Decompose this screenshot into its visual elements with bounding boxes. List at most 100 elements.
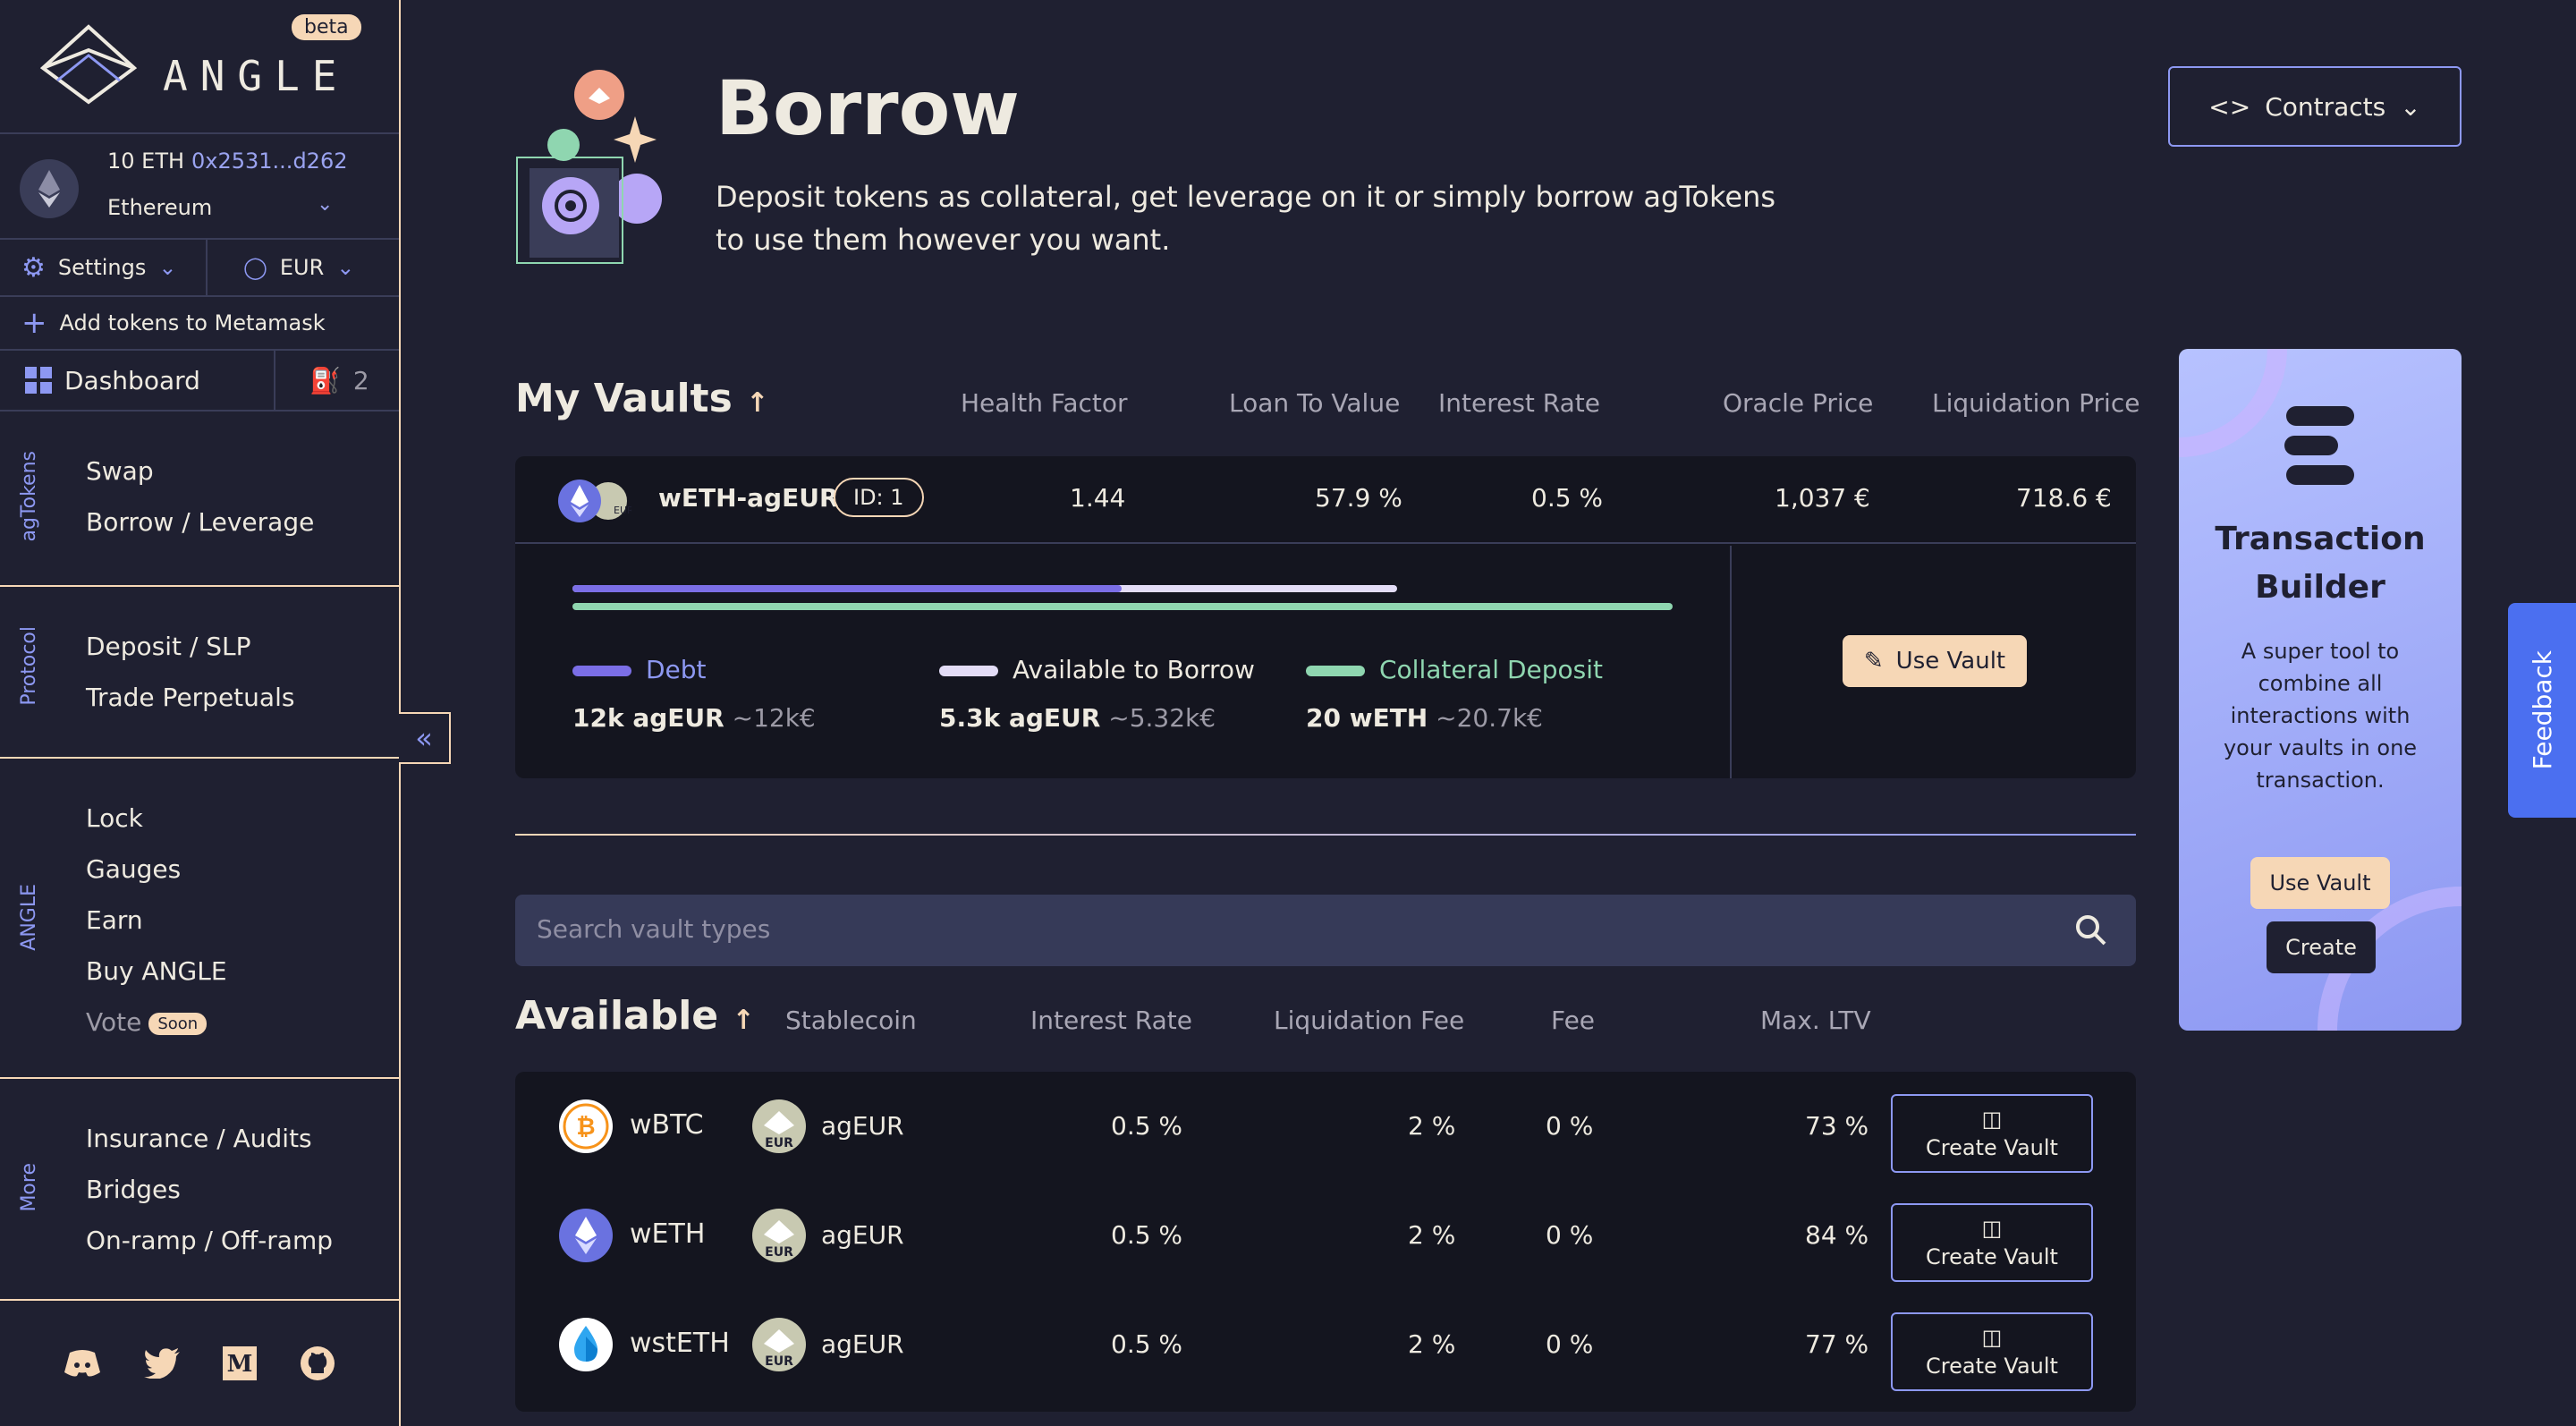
- arrow-up-icon[interactable]: ↑: [732, 1005, 754, 1036]
- col-oracle-price[interactable]: Oracle Price: [1723, 388, 1873, 418]
- col-ltv[interactable]: Loan To Value: [1229, 388, 1400, 418]
- add-tokens-row[interactable]: + Add tokens to Metamask: [0, 297, 399, 351]
- debt-swatch: [572, 666, 631, 676]
- table-row[interactable]: wETH EUR agEUR 0.5 % 2 % 0 % 84 % ◫ Creat…: [515, 1181, 2136, 1290]
- wallet-address[interactable]: 0x2531...d262: [191, 149, 347, 174]
- nav-item-deposit[interactable]: Deposit / SLP: [86, 632, 294, 661]
- feedback-tab[interactable]: Feedback: [2508, 603, 2576, 818]
- available-fiat: ~5.32k€: [1108, 703, 1216, 733]
- nav-item-buy-angle[interactable]: Buy ANGLE: [86, 956, 227, 986]
- contracts-dropdown[interactable]: <> Contracts ⌄: [2168, 66, 2462, 147]
- available-title: Available ↑: [515, 993, 755, 1039]
- bitcoin-icon: ₿: [559, 1099, 613, 1153]
- section-label: More: [18, 1163, 40, 1212]
- network-name[interactable]: Ethereum: [107, 195, 212, 220]
- currency-label: EUR: [279, 255, 325, 280]
- vault-icon: ◫: [1981, 1216, 2003, 1241]
- collapse-sidebar-button[interactable]: «: [399, 712, 451, 764]
- vault-id-badge: ID: 1: [834, 478, 924, 517]
- create-vault-button[interactable]: ◫ Create Vault: [1891, 1312, 2093, 1391]
- use-vault-button[interactable]: ✎ Use Vault: [1843, 635, 2027, 687]
- safe-illustration-icon: [516, 70, 662, 264]
- available-amount-value: 5.3k agEUR: [939, 703, 1101, 733]
- collateral-fiat: ~20.7k€: [1436, 703, 1543, 733]
- builder-create-button[interactable]: Create: [2267, 921, 2376, 973]
- discord-icon[interactable]: [64, 1349, 101, 1378]
- nav-section-more: More Insurance / Audits Bridges On-ramp …: [0, 1079, 399, 1301]
- interest-rate: 0.5 %: [1111, 1111, 1183, 1141]
- use-vault-label: Use Vault: [1895, 648, 2006, 675]
- gas-indicator[interactable]: ⛽ 2: [275, 351, 369, 410]
- fee: 0 %: [1546, 1220, 1594, 1250]
- debt-legend: Debt: [572, 655, 707, 684]
- page-subtitle: Deposit tokens as collateral, get levera…: [716, 180, 1776, 257]
- nav-item-lock[interactable]: Lock: [86, 803, 227, 833]
- col-liquidation-price[interactable]: Liquidation Price: [1932, 388, 2140, 418]
- stablecoin-name: agEUR: [821, 1111, 904, 1141]
- svg-text:₿: ₿: [576, 1114, 595, 1141]
- nav-item-bridges[interactable]: Bridges: [86, 1175, 333, 1204]
- col-av-interest-rate[interactable]: Interest Rate: [1030, 1006, 1192, 1035]
- nav-item-swap[interactable]: Swap: [86, 456, 314, 486]
- dashboard-count: 2: [352, 365, 369, 395]
- builder-description: A super tool to combine all interactions…: [2223, 639, 2418, 793]
- available-swatch: [939, 666, 998, 676]
- table-row[interactable]: ₿ wBTC EUR agEUR 0.5 % 2 % 0 % 73 % ◫ Cre…: [515, 1072, 2136, 1181]
- search-icon[interactable]: [2075, 914, 2107, 946]
- nav-section-angle: ANGLE Lock Gauges Earn Buy ANGLE Vote Soo…: [0, 759, 399, 1079]
- asset-name: wstETH: [630, 1328, 730, 1359]
- nav-item-perpetuals[interactable]: Trade Perpetuals: [86, 683, 294, 712]
- table-row[interactable]: wstETH EUR agEUR 0.5 % 2 % 0 % 77 % ◫ Cre…: [515, 1290, 2136, 1399]
- soon-badge: Soon: [148, 1012, 208, 1035]
- builder-use-vault-button[interactable]: Use Vault: [2250, 857, 2390, 909]
- vault-icon: ◫: [1981, 1325, 2003, 1350]
- ethereum-icon: [559, 1209, 613, 1262]
- col-liquidation-fee[interactable]: Liquidation Fee: [1274, 1006, 1464, 1035]
- col-stablecoin[interactable]: Stablecoin: [785, 1006, 917, 1035]
- page-title: Borrow: [716, 64, 1020, 152]
- nav-item-insurance[interactable]: Insurance / Audits: [86, 1124, 333, 1153]
- max-ltv: 84 %: [1805, 1220, 1869, 1250]
- my-vaults-title: My Vaults ↑: [515, 376, 768, 421]
- col-max-ltv[interactable]: Max. LTV: [1760, 1006, 1871, 1035]
- nav-item-borrow[interactable]: Borrow / Leverage: [86, 507, 314, 537]
- code-icon: <>: [2208, 91, 2251, 122]
- col-health-factor[interactable]: Health Factor: [961, 388, 1128, 418]
- twitter-icon[interactable]: [143, 1348, 180, 1379]
- search-input[interactable]: Search vault types: [515, 895, 2136, 966]
- ageur-icon: EUR: [752, 1318, 806, 1371]
- vault-row[interactable]: EUR wETH-agEUR ID: 1 1.44 57.9 % 0.5 % 1…: [515, 456, 2136, 544]
- liquidation-fee: 2 %: [1408, 1220, 1456, 1250]
- github-icon[interactable]: [300, 1346, 335, 1380]
- collateral-label: Collateral Deposit: [1379, 655, 1603, 684]
- nav-item-gauges[interactable]: Gauges: [86, 854, 227, 884]
- create-vault-button[interactable]: ◫ Create Vault: [1891, 1094, 2093, 1173]
- nav-item-onramp[interactable]: On-ramp / Off-ramp: [86, 1226, 333, 1255]
- col-interest-rate[interactable]: Interest Rate: [1438, 388, 1600, 418]
- wallet-panel[interactable]: 10 ETH 0x2531...d262 Ethereum ⌄: [0, 134, 399, 240]
- asset-name: wBTC: [630, 1109, 704, 1141]
- medium-icon[interactable]: M: [223, 1346, 258, 1380]
- vault-card: EUR wETH-agEUR ID: 1 1.44 57.9 % 0.5 % 1…: [515, 456, 2136, 778]
- weth-agEUR-pair-icon: EUR: [558, 480, 631, 522]
- settings-button[interactable]: ⚙ Settings ⌄: [0, 240, 208, 295]
- search-placeholder: Search vault types: [537, 914, 771, 944]
- asset-name: wETH: [630, 1218, 706, 1250]
- dashboard-button[interactable]: Dashboard: [0, 351, 275, 410]
- arrow-up-icon[interactable]: ↑: [746, 387, 768, 419]
- liquidation-fee: 2 %: [1408, 1111, 1456, 1141]
- vault-divider: [1730, 546, 1732, 778]
- create-vault-label: Create Vault: [1926, 1244, 2058, 1269]
- chevron-down-icon[interactable]: ⌄: [317, 193, 333, 216]
- wsteth-icon: [559, 1318, 613, 1371]
- create-vault-button[interactable]: ◫ Create Vault: [1891, 1203, 2093, 1282]
- angle-logo-icon[interactable]: [39, 23, 138, 106]
- nav-item-earn[interactable]: Earn: [86, 905, 227, 935]
- collateral-amount: 20 wETH ~20.7k€: [1306, 703, 1543, 733]
- eur-badge-text: EUR: [765, 1245, 793, 1260]
- settings-label: Settings: [57, 255, 147, 280]
- logo-area: ANGLE beta: [0, 0, 399, 134]
- currency-selector[interactable]: ◯ EUR ⌄: [208, 240, 354, 295]
- eur-badge-text: EUR: [614, 505, 631, 516]
- col-fee[interactable]: Fee: [1551, 1006, 1595, 1035]
